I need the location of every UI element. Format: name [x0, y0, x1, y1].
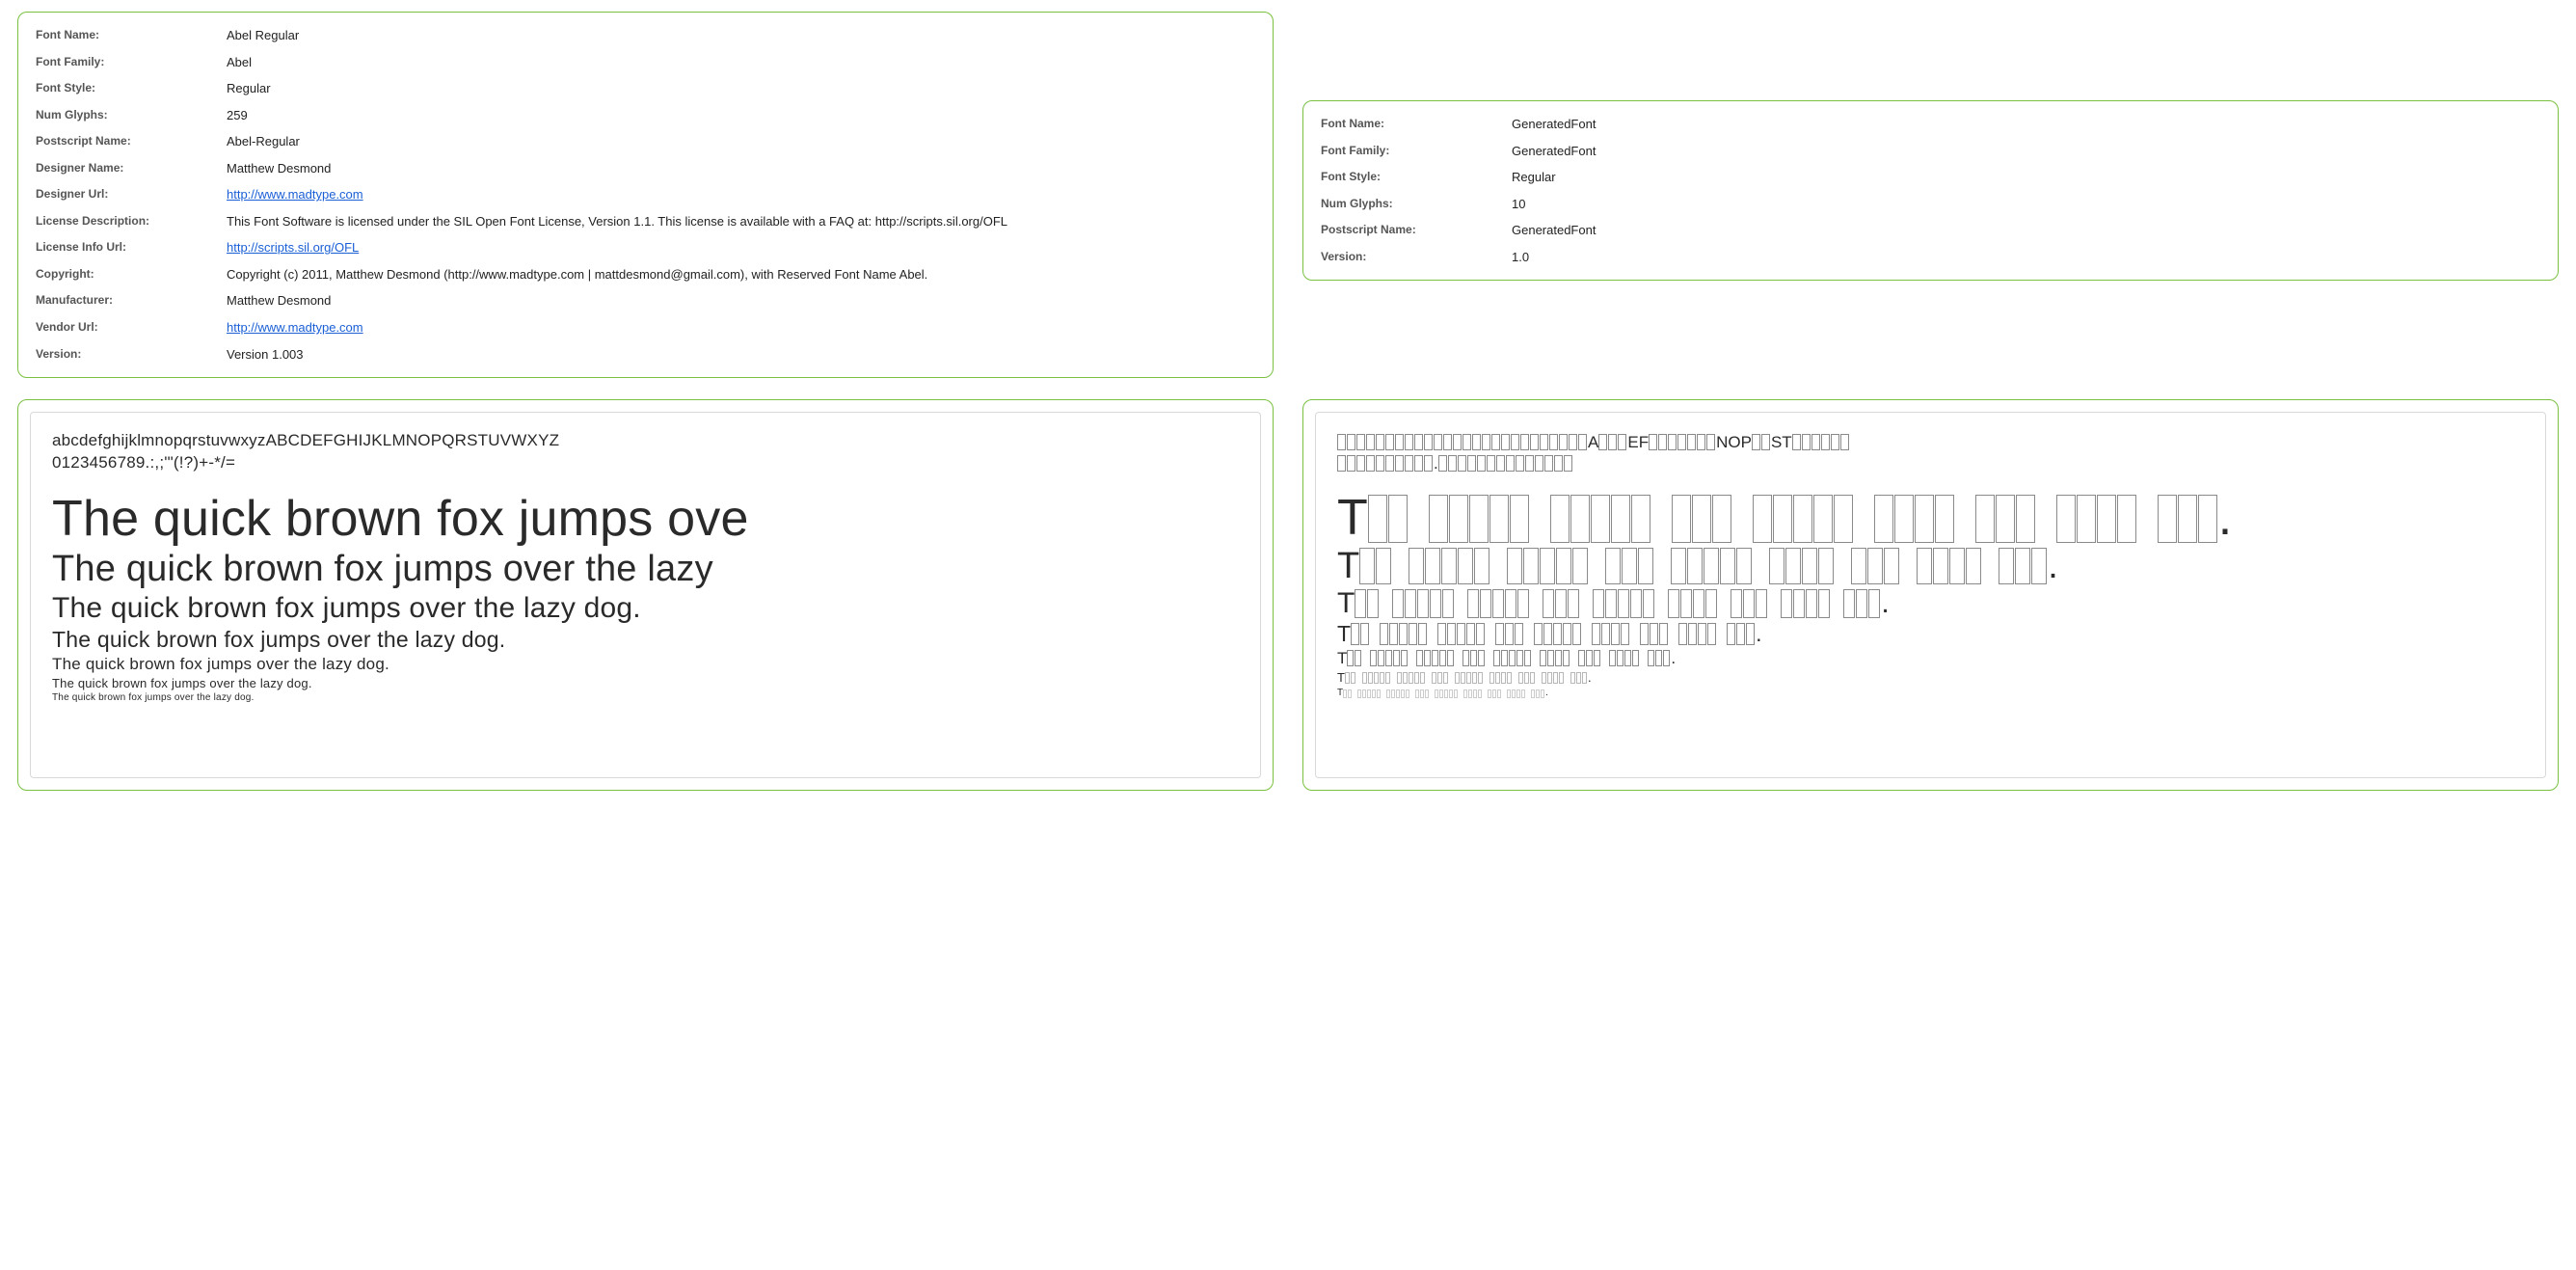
charset-sample: abcdefghijklmnopqrstuvwxyzABCDEFGHIJKLMN…: [52, 430, 1239, 474]
sample-line-5: The quick brown fox jumps over the lazy …: [52, 654, 1239, 675]
sample-line: T.: [1337, 493, 2524, 543]
font-info-table-right: Font Name:GeneratedFont Font Family:Gene…: [1317, 111, 2544, 270]
sample-line: T.: [1337, 623, 2524, 645]
label-font-family-r: Font Family:: [1317, 138, 1508, 165]
font-preview-right: AEFNOPST. T. T. T. T. T. T. T.: [1315, 412, 2546, 778]
value-version-r: 1.0: [1508, 244, 2544, 271]
value-version: Version 1.003: [223, 341, 1259, 368]
value-manufacturer: Matthew Desmond: [223, 287, 1259, 314]
sample-line-4: The quick brown fox jumps over the lazy …: [52, 626, 1239, 654]
label-num-glyphs-r: Num Glyphs:: [1317, 191, 1508, 218]
sample-line-3: The quick brown fox jumps over the lazy …: [52, 591, 1239, 626]
value-font-style: Regular: [223, 75, 1259, 102]
label-copyright: Copyright:: [32, 261, 223, 288]
value-font-family-r: GeneratedFont: [1508, 138, 2544, 165]
label-postscript-name: Postscript Name:: [32, 128, 223, 155]
font-preview-card-right: AEFNOPST. T. T. T. T. T. T. T.: [1302, 399, 2559, 791]
value-font-family: Abel: [223, 49, 1259, 76]
font-preview-left: abcdefghijklmnopqrstuvwxyzABCDEFGHIJKLMN…: [30, 412, 1261, 778]
value-copyright: Copyright (c) 2011, Matthew Desmond (htt…: [223, 261, 1259, 288]
value-designer-name: Matthew Desmond: [223, 155, 1259, 182]
label-font-name: Font Name:: [32, 22, 223, 49]
sample-line-2: The quick brown fox jumps over the lazy: [52, 549, 1239, 591]
sample-line: T.: [1337, 689, 2524, 698]
link-license-info-url[interactable]: http://scripts.sil.org/OFL: [227, 240, 359, 255]
value-font-style-r: Regular: [1508, 164, 2544, 191]
label-postscript-name-r: Postscript Name:: [1317, 217, 1508, 244]
value-postscript-name: Abel-Regular: [223, 128, 1259, 155]
value-num-glyphs: 259: [223, 102, 1259, 129]
label-num-glyphs: Num Glyphs:: [32, 102, 223, 129]
sample-line: T.: [1337, 548, 2524, 584]
label-vendor-url: Vendor Url:: [32, 314, 223, 341]
font-preview-card-left: abcdefghijklmnopqrstuvwxyzABCDEFGHIJKLMN…: [17, 399, 1274, 791]
value-license-description: This Font Software is licensed under the…: [223, 208, 1259, 235]
link-vendor-url[interactable]: http://www.madtype.com: [227, 320, 363, 335]
font-info-card-right: Font Name:GeneratedFont Font Family:Gene…: [1302, 100, 2559, 281]
sample-line: .: [1337, 455, 2524, 472]
label-designer-name: Designer Name:: [32, 155, 223, 182]
sample-line: AEFNOPST: [1337, 434, 2524, 450]
label-designer-url: Designer Url:: [32, 181, 223, 208]
value-postscript-name-r: GeneratedFont: [1508, 217, 2544, 244]
label-font-style-r: Font Style:: [1317, 164, 1508, 191]
value-num-glyphs-r: 10: [1508, 191, 2544, 218]
label-license-description: License Description:: [32, 208, 223, 235]
sample-line-1: The quick brown fox jumps ove: [52, 492, 1239, 547]
label-version-r: Version:: [1317, 244, 1508, 271]
label-font-name-r: Font Name:: [1317, 111, 1508, 138]
value-font-name: Abel Regular: [223, 22, 1259, 49]
sample-line: T.: [1337, 650, 2524, 666]
label-font-style: Font Style:: [32, 75, 223, 102]
sample-line-7: The quick brown fox jumps over the lazy …: [52, 691, 1239, 705]
label-version: Version:: [32, 341, 223, 368]
font-info-table-left: Font Name:Abel Regular Font Family:Abel …: [32, 22, 1259, 367]
label-manufacturer: Manufacturer:: [32, 287, 223, 314]
label-license-info-url: License Info Url:: [32, 234, 223, 261]
sample-line-6: The quick brown fox jumps over the lazy …: [52, 675, 1239, 692]
sample-line: T.: [1337, 671, 2524, 684]
font-info-card-left: Font Name:Abel Regular Font Family:Abel …: [17, 12, 1274, 378]
link-designer-url[interactable]: http://www.madtype.com: [227, 187, 363, 202]
sample-line: T.: [1337, 589, 2524, 618]
value-font-name-r: GeneratedFont: [1508, 111, 2544, 138]
label-font-family: Font Family:: [32, 49, 223, 76]
